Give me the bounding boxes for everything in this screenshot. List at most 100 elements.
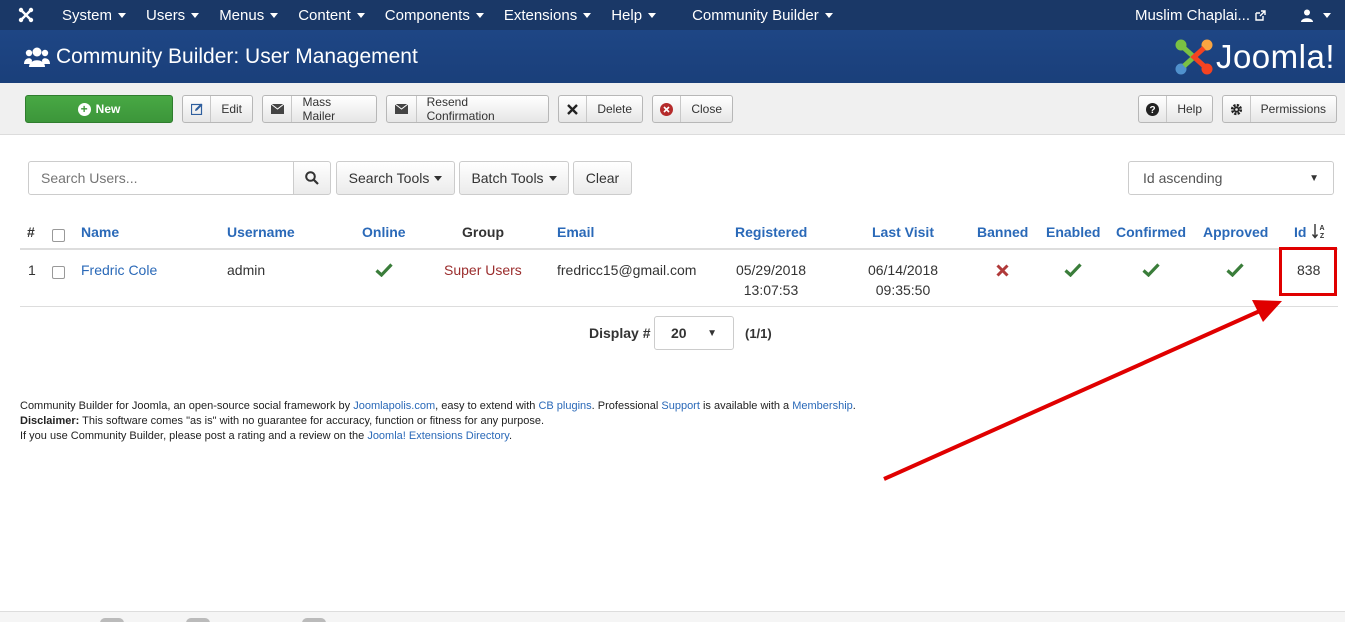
footer-text: Community Builder for Joomla, an open-so…: [20, 400, 354, 412]
caret-down-icon: [548, 175, 557, 181]
last-visit-day: 06/14/2018: [867, 262, 939, 278]
dropdown-arrow-icon: ▼: [1309, 172, 1319, 184]
group-link[interactable]: Super Users: [444, 262, 522, 278]
user-name-link[interactable]: Fredric Cole: [81, 262, 157, 278]
caret-down-icon: [475, 12, 484, 18]
menu-extensions[interactable]: Extensions: [494, 0, 601, 30]
disclaimer-text: This software comes "as is" with no guar…: [79, 415, 545, 427]
joomla-menu-icon[interactable]: [0, 0, 52, 30]
joomlapolis-link[interactable]: Joomlapolis.com: [353, 400, 435, 412]
menu-components[interactable]: Components: [375, 0, 494, 30]
button-label: Delete: [597, 102, 632, 116]
page-count: (1/1): [745, 326, 772, 341]
table-header-row: # Name Username Online Group Email Regis…: [20, 213, 1338, 250]
header-enabled[interactable]: Enabled: [1046, 224, 1100, 240]
status-pill: [302, 618, 326, 622]
batch-tools-button[interactable]: Batch Tools: [459, 161, 569, 195]
external-link-icon: [1255, 9, 1266, 21]
button-label: New: [95, 102, 121, 116]
footer-text: . Professional: [591, 400, 662, 412]
edit-button[interactable]: Edit: [182, 95, 253, 123]
help-button[interactable]: ? Help: [1138, 95, 1213, 123]
search-input[interactable]: [28, 161, 294, 195]
footer-line-2: Disclaimer: This software comes "as is" …: [20, 414, 856, 429]
row-checkbox[interactable]: [52, 266, 65, 279]
status-bar: [0, 611, 1345, 622]
search-button[interactable]: [293, 161, 331, 195]
row-num: 1: [28, 262, 36, 278]
page-title: Community Builder: User Management: [56, 44, 418, 68]
caret-down-icon: [356, 12, 365, 18]
delete-button[interactable]: Delete: [558, 95, 643, 123]
menu-system[interactable]: System: [52, 0, 136, 30]
last-visit-time: 09:35:50: [875, 282, 931, 298]
new-button[interactable]: + New: [25, 95, 173, 123]
header-banned[interactable]: Banned: [977, 224, 1028, 240]
sort-value: Id ascending: [1143, 170, 1223, 186]
menu-content[interactable]: Content: [288, 0, 375, 30]
close-button[interactable]: Close: [652, 95, 733, 123]
sort-select[interactable]: Id ascending ▼: [1128, 161, 1334, 195]
mass-mailer-button[interactable]: Mass Mailer: [262, 95, 377, 123]
user-icon: [1301, 9, 1313, 22]
confirmed-check-icon[interactable]: [1142, 263, 1160, 277]
header-name[interactable]: Name: [81, 224, 119, 240]
permissions-button[interactable]: Permissions: [1222, 95, 1337, 123]
display-label: Display #: [589, 325, 651, 341]
button-label: Permissions: [1260, 102, 1326, 116]
header-group: Group: [462, 224, 504, 240]
page-header: Community Builder: User Management Jooml…: [0, 30, 1345, 83]
menu-label: System: [62, 6, 113, 24]
menu-help[interactable]: Help: [601, 0, 666, 30]
limit-select[interactable]: 20 ▼: [654, 316, 734, 350]
menu-menus[interactable]: Menus: [209, 0, 288, 30]
button-label: Resend Confirmation: [426, 95, 495, 123]
dropdown-arrow-icon: ▼: [707, 327, 717, 339]
envelope-icon: [263, 96, 293, 122]
support-link[interactable]: Support: [661, 400, 700, 412]
limit-value: 20: [671, 325, 687, 341]
status-pill: [100, 618, 124, 622]
caret-down-icon: [434, 175, 443, 181]
svg-text:?: ?: [1150, 105, 1156, 116]
menu-label: Users: [146, 6, 186, 24]
approved-check-icon[interactable]: [1226, 263, 1244, 277]
svg-text:A: A: [1319, 225, 1324, 232]
button-label: Mass Mailer: [302, 95, 336, 123]
resend-confirmation-button[interactable]: Resend Confirmation: [386, 95, 549, 123]
menu-users[interactable]: Users: [136, 0, 209, 30]
envelope-icon: [387, 96, 417, 122]
footer-text: , easy to extend with: [435, 400, 539, 412]
button-label: Close: [691, 102, 722, 116]
header-username[interactable]: Username: [227, 224, 295, 240]
membership-link[interactable]: Membership: [792, 400, 853, 412]
cb-footer: Community Builder for Joomla, an open-so…: [20, 399, 856, 444]
header-registered[interactable]: Registered: [735, 224, 807, 240]
menu-community-builder[interactable]: Community Builder: [682, 0, 843, 30]
cb-plugins-link[interactable]: CB plugins: [538, 400, 591, 412]
search-tools-button[interactable]: Search Tools: [336, 161, 455, 195]
nav-right: Muslim Chaplai...: [1127, 0, 1345, 30]
menu-label: Help: [611, 6, 643, 24]
banned-cross-icon[interactable]: [996, 264, 1009, 277]
header-last-visit[interactable]: Last Visit: [872, 224, 934, 240]
header-online[interactable]: Online: [362, 224, 406, 240]
footer-text: is available with a: [699, 400, 793, 412]
caret-down-icon: [118, 12, 127, 18]
menu-label: Menus: [219, 6, 265, 24]
select-all-checkbox[interactable]: [52, 229, 65, 242]
clear-button[interactable]: Clear: [573, 161, 632, 195]
caret-down-icon: [191, 12, 200, 18]
user-menu[interactable]: [1288, 9, 1339, 22]
caret-down-icon: [270, 12, 279, 18]
jed-link[interactable]: Joomla! Extensions Directory: [367, 430, 509, 442]
header-email[interactable]: Email: [557, 224, 594, 240]
caret-down-icon: [648, 12, 657, 18]
site-link[interactable]: Muslim Chaplai...: [1127, 7, 1274, 24]
header-confirmed[interactable]: Confirmed: [1116, 224, 1186, 240]
search-icon: [305, 171, 319, 185]
registered-time: 13:07:53: [743, 282, 799, 298]
header-approved[interactable]: Approved: [1203, 224, 1268, 240]
header-id[interactable]: Id: [1294, 224, 1306, 240]
enabled-check-icon[interactable]: [1064, 263, 1082, 277]
